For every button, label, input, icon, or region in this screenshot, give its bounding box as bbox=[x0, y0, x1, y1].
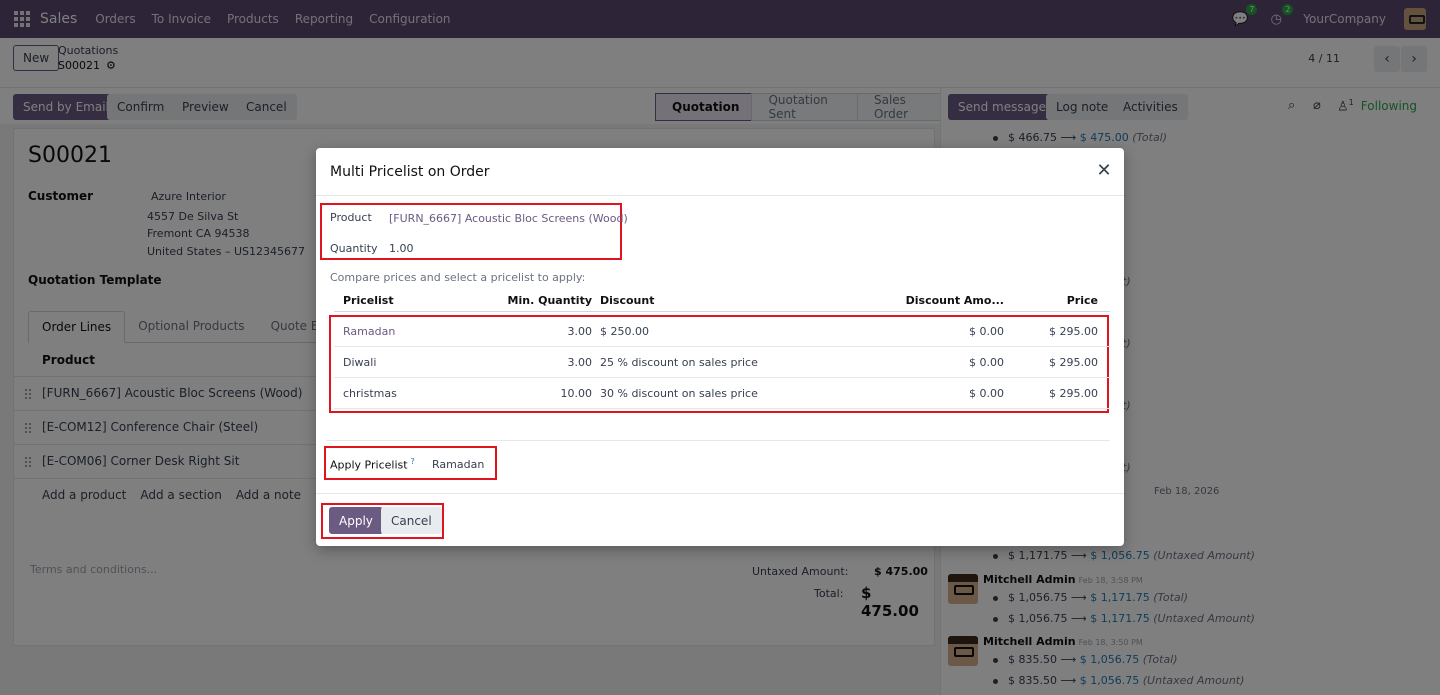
compare-hint: Compare prices and select a pricelist to… bbox=[330, 271, 586, 284]
product-label: Product bbox=[330, 211, 372, 224]
row-pricelist[interactable]: Ramadan bbox=[343, 325, 395, 338]
apply-button[interactable]: Apply bbox=[329, 507, 383, 534]
pricelist-table-header: Pricelist Min. Quantity Discount Discoun… bbox=[334, 288, 1110, 312]
divider bbox=[326, 440, 1110, 441]
row-discount: $ 250.00 bbox=[600, 325, 649, 338]
apply-pricelist-label: Apply Pricelist? bbox=[330, 457, 415, 472]
column-price[interactable]: Price bbox=[1014, 294, 1098, 307]
dialog-header: Multi Pricelist on Order ✕ bbox=[316, 148, 1124, 196]
row-min-quantity: 3.00 bbox=[567, 325, 593, 338]
dialog-title: Multi Pricelist on Order bbox=[330, 164, 490, 180]
pricelist-row[interactable]: Ramadan 3.00 $ 250.00 $ 0.00 $ 295.00 bbox=[334, 316, 1110, 347]
row-price: $ 295.00 bbox=[1049, 356, 1098, 369]
row-price: $ 295.00 bbox=[1049, 325, 1098, 338]
row-pricelist[interactable]: Diwali bbox=[343, 356, 376, 369]
divider bbox=[316, 493, 1124, 494]
pricelist-row[interactable]: Diwali 3.00 25 % discount on sales price $ … bbox=[334, 347, 1110, 378]
pricelist-row[interactable]: christmas 10.00 30 % discount on sales pri… bbox=[334, 378, 1110, 409]
product-value[interactable]: [FURN_6667] Acoustic Bloc Screens (Wood) bbox=[389, 212, 628, 225]
row-price: $ 295.00 bbox=[1049, 387, 1098, 400]
quantity-label: Quantity bbox=[330, 242, 378, 255]
column-discount-amount[interactable]: Discount Amo... bbox=[894, 294, 1004, 307]
column-discount[interactable]: Discount bbox=[600, 294, 654, 307]
row-pricelist[interactable]: christmas bbox=[343, 387, 397, 400]
column-pricelist[interactable]: Pricelist bbox=[343, 294, 394, 307]
column-min-quantity[interactable]: Min. Quantity bbox=[494, 294, 592, 307]
help-icon[interactable]: ? bbox=[411, 457, 415, 466]
multi-pricelist-dialog: Multi Pricelist on Order ✕ Product [FURN… bbox=[316, 148, 1124, 546]
row-min-quantity: 10.00 bbox=[560, 387, 593, 400]
row-discount: 25 % discount on sales price bbox=[600, 356, 758, 369]
quantity-value: 1.00 bbox=[389, 242, 414, 255]
apply-pricelist-select[interactable]: Ramadan bbox=[432, 458, 484, 471]
apply-pricelist-label-text: Apply Pricelist bbox=[330, 458, 408, 472]
row-min-quantity: 3.00 bbox=[567, 356, 593, 369]
row-discount-amount: $ 0.00 bbox=[969, 325, 1004, 338]
row-discount: 30 % discount on sales price bbox=[600, 387, 758, 400]
row-discount-amount: $ 0.00 bbox=[969, 356, 1004, 369]
close-icon[interactable]: ✕ bbox=[1094, 161, 1114, 181]
row-discount-amount: $ 0.00 bbox=[969, 387, 1004, 400]
cancel-dialog-button[interactable]: Cancel bbox=[381, 507, 442, 534]
